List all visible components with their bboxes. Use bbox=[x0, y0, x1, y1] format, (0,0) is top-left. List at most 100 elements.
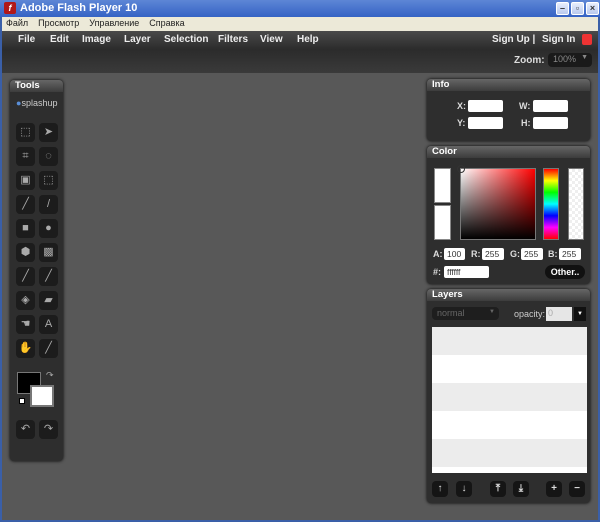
pointer-icon: ➤ bbox=[43, 126, 54, 138]
saturation-brightness-picker[interactable] bbox=[460, 168, 536, 240]
sign-up-link[interactable]: Sign Up | bbox=[492, 34, 535, 45]
y-field[interactable] bbox=[468, 117, 503, 129]
smudge-tool-button[interactable]: ☚ bbox=[16, 315, 35, 334]
gradient-tool-button[interactable]: ▩ bbox=[39, 243, 58, 262]
layers-title: Layers bbox=[427, 289, 590, 301]
blend-mode-select[interactable]: normal ▼ bbox=[432, 307, 499, 320]
h-field[interactable] bbox=[533, 117, 568, 129]
delete-layer-button[interactable]: − bbox=[569, 481, 585, 497]
menu-file[interactable]: File bbox=[18, 34, 35, 45]
marquee-icon: ⬚ bbox=[20, 126, 31, 138]
menu-view-ru[interactable]: Просмотр bbox=[38, 18, 79, 28]
move-layer-down-button[interactable]: ↓ bbox=[456, 481, 472, 497]
zoom-select[interactable]: 100% ▼ bbox=[548, 53, 592, 67]
menu-layer[interactable]: Layer bbox=[124, 34, 151, 45]
green-field[interactable]: 255 bbox=[521, 248, 543, 260]
text-icon: A bbox=[44, 318, 53, 330]
hex-field[interactable]: ffffff bbox=[444, 266, 489, 278]
airbrush-tool-button[interactable]: ╱ bbox=[39, 267, 58, 286]
b-label: B: bbox=[548, 249, 558, 259]
splashup-logo: ●splashup bbox=[16, 98, 58, 108]
hand-tool-button[interactable]: ✋ bbox=[16, 339, 35, 358]
redo-button[interactable]: ↷ bbox=[39, 420, 58, 439]
minimize-button[interactable]: – bbox=[556, 2, 569, 15]
chevron-down-icon: ▼ bbox=[489, 309, 495, 315]
marquee-tool-button[interactable]: ⬚ bbox=[16, 123, 35, 142]
close-button[interactable]: × bbox=[586, 2, 599, 15]
reset-colors-icon[interactable] bbox=[19, 398, 25, 404]
chevron-down-icon: ▼ bbox=[581, 54, 588, 61]
menu-image[interactable]: Image bbox=[82, 34, 111, 45]
hex-label: #: bbox=[433, 267, 442, 277]
menu-control-ru[interactable]: Управление bbox=[89, 18, 139, 28]
menu-edit[interactable]: Edit bbox=[50, 34, 69, 45]
pointer-tool-button[interactable]: ➤ bbox=[39, 123, 58, 142]
menu-selection[interactable]: Selection bbox=[164, 34, 208, 45]
red-field[interactable]: 255 bbox=[482, 248, 504, 260]
stamp-tool-button[interactable]: ◈ bbox=[16, 291, 35, 310]
undo-button[interactable]: ↶ bbox=[16, 420, 35, 439]
sign-in-link[interactable]: Sign In bbox=[542, 34, 575, 45]
menu-help-ru[interactable]: Справка bbox=[149, 18, 184, 28]
ellipse-tool-button[interactable]: ● bbox=[39, 219, 58, 238]
gradient-icon: ▩ bbox=[43, 246, 54, 258]
menu-help[interactable]: Help bbox=[297, 34, 319, 45]
layers-list[interactable] bbox=[432, 327, 587, 473]
line-tool-button[interactable]: / bbox=[39, 195, 58, 214]
info-title: Info bbox=[427, 79, 590, 91]
current-color-swatch bbox=[434, 168, 451, 203]
zoom-value: 100% bbox=[553, 54, 577, 64]
hue-slider[interactable] bbox=[543, 168, 559, 240]
free-transform-icon: ⬚ bbox=[43, 174, 54, 186]
window-title: Adobe Flash Player 10 bbox=[20, 2, 138, 14]
eraser-icon: ▰ bbox=[44, 294, 53, 306]
zoom-bar: Zoom: 100% ▼ bbox=[2, 49, 598, 73]
opacity-label: opacity: bbox=[514, 309, 546, 319]
color-title: Color bbox=[427, 146, 590, 158]
free-transform-tool-button[interactable]: ⬚ bbox=[39, 171, 58, 190]
tools-title: Tools bbox=[10, 80, 63, 92]
opacity-dropdown-button[interactable]: ▼ bbox=[574, 307, 586, 321]
brush-tool-button[interactable]: ╱ bbox=[16, 267, 35, 286]
color-panel: Color A: 100 R: 255 G: 255 B: 255 #: fff… bbox=[427, 146, 590, 284]
menu-file-ru[interactable]: Файл bbox=[6, 18, 28, 28]
menu-view[interactable]: View bbox=[260, 34, 283, 45]
close-app-icon[interactable] bbox=[582, 34, 592, 45]
lasso-tool-button[interactable]: ◌ bbox=[39, 147, 58, 166]
eyedropper-tool-button[interactable]: ╱ bbox=[39, 339, 58, 358]
g-label: G: bbox=[510, 249, 520, 259]
background-color-swatch[interactable] bbox=[30, 385, 54, 407]
airbrush-icon: ╱ bbox=[45, 270, 52, 282]
alpha-slider[interactable] bbox=[568, 168, 584, 240]
move-layer-up-button[interactable]: ↑ bbox=[432, 481, 448, 497]
text-tool-button[interactable]: A bbox=[39, 315, 58, 334]
x-field[interactable] bbox=[468, 100, 503, 112]
rectangle-tool-button[interactable]: ■ bbox=[16, 219, 35, 238]
polygon-tool-button[interactable]: ⬢ bbox=[16, 243, 35, 262]
blue-field[interactable]: 255 bbox=[559, 248, 581, 260]
app-menubar: File Edit Image Layer Selection Filters … bbox=[2, 31, 598, 49]
pencil-tool-button[interactable]: ╱ bbox=[16, 195, 35, 214]
w-field[interactable] bbox=[533, 100, 568, 112]
previous-color-swatch bbox=[434, 205, 451, 240]
transform-tool-button[interactable]: ▣ bbox=[16, 171, 35, 190]
alpha-field[interactable]: 100 bbox=[444, 248, 465, 260]
add-layer-button[interactable]: + bbox=[546, 481, 562, 497]
picker-cursor[interactable] bbox=[457, 165, 465, 173]
swap-colors-icon[interactable]: ↷ bbox=[46, 370, 54, 381]
move-layer-bottom-button[interactable]: ⤓ bbox=[513, 481, 529, 497]
info-panel: Info X: Y: W: H: bbox=[427, 79, 590, 141]
menu-filters[interactable]: Filters bbox=[218, 34, 248, 45]
ellipse-icon: ● bbox=[45, 222, 52, 234]
eraser-tool-button[interactable]: ▰ bbox=[39, 291, 58, 310]
opacity-field[interactable]: 0 bbox=[546, 307, 572, 321]
maximize-button[interactable]: ▫ bbox=[571, 2, 584, 15]
r-label: R: bbox=[471, 249, 481, 259]
app-area: File Edit Image Layer Selection Filters … bbox=[2, 31, 598, 520]
move-layer-top-button[interactable]: ⤒ bbox=[490, 481, 506, 497]
zoom-label: Zoom: bbox=[514, 55, 545, 66]
crop-tool-button[interactable]: ⌗ bbox=[16, 147, 35, 166]
a-label: A: bbox=[433, 249, 443, 259]
layers-panel: Layers normal ▼ opacity: 0 ▼ ↑ ↓ ⤒ ⤓ + − bbox=[427, 289, 590, 503]
other-color-button[interactable]: Other.. bbox=[545, 265, 585, 279]
